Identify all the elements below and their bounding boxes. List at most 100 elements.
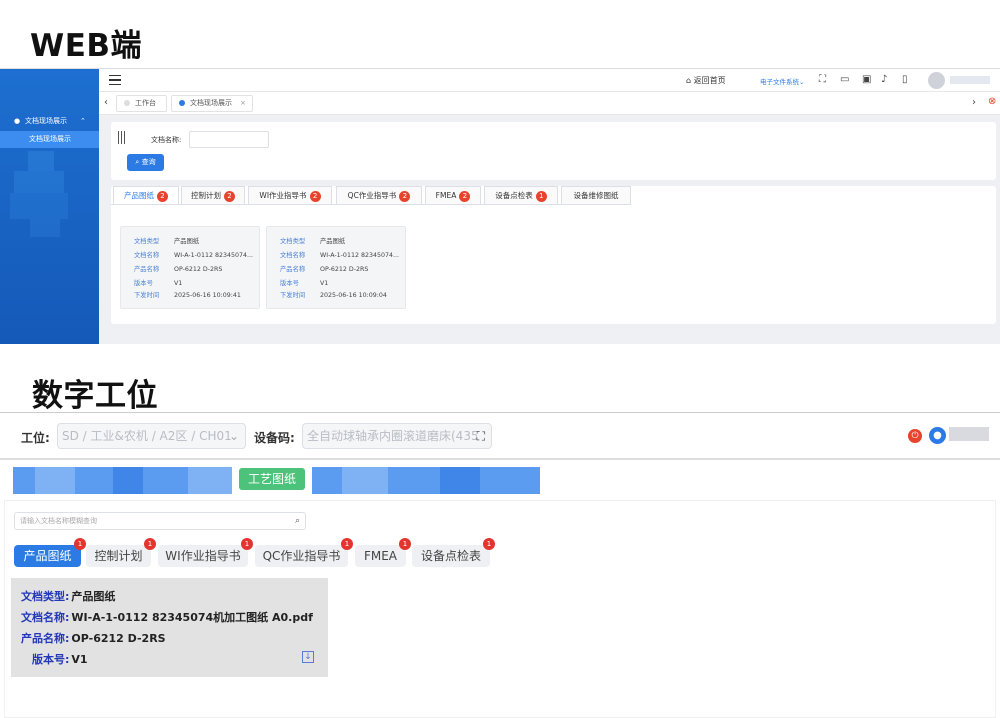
doc-version: V1 [174, 280, 183, 287]
tab-label: 文档现场展示 [190, 99, 232, 107]
tab-label: 产品图纸 [23, 549, 72, 563]
system-select[interactable]: 电子文件系统⌄ [760, 76, 804, 86]
station-document-item[interactable]: 文档类型: 产品图纸 文档名称: WI-A-1-0112 82345074机加工图纸… [11, 578, 328, 677]
document-name-input[interactable] [189, 131, 269, 148]
blurred-area [188, 467, 232, 494]
equipment-value: 全自动球轴承内圈滚道磨床(435 [307, 429, 479, 443]
doc-product: OP-6212 D-2RS [174, 266, 223, 273]
count-badge: 2 [459, 190, 471, 202]
user-icon[interactable]: ● [929, 427, 946, 444]
workstation-select[interactable]: SD / 工业&农机 / A2区 / CH01 ⌄ [57, 423, 246, 449]
screen-icon[interactable]: ▣ [862, 75, 871, 85]
tab-workbench[interactable]: 工作台 [116, 95, 167, 112]
sidebar: ● 文档现场展示 ⌃ 文档现场展示 [0, 69, 99, 344]
doc-name: WI-A-1-0112 82345074机加工图纸 A0.pdf [71, 611, 313, 624]
fullscreen-icon[interactable]: ⛶ [819, 75, 826, 85]
download-icon[interactable]: ↓ [302, 651, 314, 663]
document-search-input[interactable]: 请输入文档名称模糊查询 ⌕ [14, 512, 306, 530]
tab-document-display[interactable]: 文档现场展示 × [171, 95, 253, 112]
sidebar-item-label: 文档现场展示 [29, 135, 71, 143]
tab-label: 控制计划 [94, 549, 143, 563]
station-screenshot: 工位: SD / 工业&农机 / A2区 / CH01 ⌄ 设备码: 全自动球轴… [0, 412, 1000, 718]
home-icon: ⌂ [686, 76, 692, 85]
station-tab-equipment-checklist[interactable]: 设备点检表 1 [412, 538, 495, 567]
doc-tab-qc-guide[interactable]: QC作业指导书 2 [336, 186, 422, 204]
doc-type: 产品图纸 [174, 238, 200, 245]
search-card: 文档名称: ⌕ 查询 [111, 122, 996, 180]
search-button-label: 查询 [141, 158, 156, 166]
blurred-buttons [13, 467, 232, 494]
doc-tab-wi-guide[interactable]: WI作业指导书 2 [248, 186, 332, 204]
chevron-down-icon: ⌄ [228, 429, 239, 443]
doc-time: 2025-06-16 10:09:04 [320, 292, 387, 299]
station-tab-wi-guide[interactable]: WI作业指导书 1 [158, 538, 253, 567]
count-badge: 2 [309, 190, 321, 202]
doc-product: OP-6212 D-2RS [71, 632, 166, 645]
count-badge: 1 [535, 190, 547, 202]
count-badge: 2 [224, 190, 235, 202]
search-button[interactable]: ⌕ 查询 [127, 154, 164, 171]
doc-tab-maintenance-drawing[interactable]: 设备维修图纸 [561, 186, 631, 204]
doc-name: WI-A-1-0112 82345074... [320, 252, 400, 259]
search-icon: ⌕ [135, 158, 140, 166]
count-badge: 1 [144, 538, 156, 550]
tab-label: FMEA [363, 549, 398, 563]
doc-tab-label: QC作业指导书 [347, 191, 397, 200]
logout-icon[interactable]: ⏻ [908, 429, 922, 443]
chevron-up-icon: ⌃ [80, 117, 86, 125]
equipment-label: 设备码: [254, 431, 295, 445]
doc-product: OP-6212 D-2RS [320, 266, 369, 273]
field-label: 下发时间 [134, 292, 160, 299]
field-label: 文档名称: [21, 611, 70, 624]
count-badge: 1 [241, 538, 253, 550]
blurred-area [342, 467, 388, 494]
doc-tab-product-drawing[interactable]: 产品图纸 2 [113, 186, 179, 204]
close-icon[interactable]: × [240, 96, 246, 111]
divider [0, 458, 1000, 460]
tab-dot [124, 100, 130, 106]
mobile-icon[interactable]: ▯ [902, 75, 908, 85]
count-badge: 1 [341, 538, 353, 550]
field-label: 下发时间 [280, 292, 306, 299]
equipment-input[interactable]: 全自动球轴承内圈滚道磨床(435 ⛶ [302, 423, 492, 449]
station-tab-product-drawing[interactable]: 产品图纸 1 [14, 538, 86, 567]
divider [0, 412, 1000, 413]
workstation-value: SD / 工业&农机 / A2区 / CH01 [62, 429, 232, 443]
craft-drawing-button[interactable]: 工艺图纸 [239, 468, 305, 490]
station-tab-qc-guide[interactable]: QC作业指导书 1 [255, 538, 353, 567]
doc-tab-equipment-checklist[interactable]: 设备点检表 1 [484, 186, 558, 204]
doc-tab-label: 产品图纸 [124, 191, 154, 200]
search-icon[interactable]: ⌕ [295, 513, 300, 529]
sidebar-item-document-display[interactable]: 文档现场展示 [0, 131, 99, 148]
close-circle-icon[interactable]: ⊗ [988, 97, 996, 107]
doc-tab-fmea[interactable]: FMEA 2 [425, 186, 481, 204]
station-tab-fmea[interactable]: FMEA 1 [355, 538, 411, 567]
field-label: 产品名称: [21, 632, 70, 645]
document-item[interactable]: 文档类型 产品图纸 文档名称 WI-A-1-0112 82345074... 产品名… [120, 226, 260, 309]
doc-name: WI-A-1-0112 82345074... [174, 252, 254, 259]
menu-icon[interactable] [109, 75, 121, 85]
doc-tab-label: 设备维修图纸 [573, 191, 619, 200]
avatar[interactable] [928, 72, 945, 89]
column-icon[interactable] [118, 131, 125, 144]
monitor-icon[interactable]: ▭ [840, 75, 849, 85]
chevron-left-icon[interactable]: ‹ [104, 98, 108, 108]
doc-tab-control-plan[interactable]: 控制计划 2 [181, 186, 245, 204]
web-heading: WEB端 [30, 28, 142, 64]
sidebar-group-documents[interactable]: ● 文档现场展示 ⌃ [0, 114, 99, 128]
blurred-area [113, 467, 143, 494]
home-link[interactable]: ⌂ 返回首页 [686, 75, 726, 86]
search-label: 文档名称: [151, 136, 182, 144]
doc-version: V1 [71, 653, 88, 666]
doc-time: 2025-06-16 10:09:41 [174, 292, 241, 299]
doc-type: 产品图纸 [71, 590, 116, 603]
station-tab-control-plan[interactable]: 控制计划 1 [86, 538, 156, 567]
document-item[interactable]: 文档类型 产品图纸 文档名称 WI-A-1-0112 82345074... 产品名… [266, 226, 406, 309]
chevron-right-icon[interactable]: › [972, 98, 976, 108]
blurred-area [440, 467, 480, 494]
count-badge: 1 [399, 538, 411, 550]
count-badge: 2 [399, 190, 411, 202]
count-badge: 1 [483, 538, 495, 550]
scan-icon[interactable]: ⛶ [476, 424, 485, 448]
bell-icon[interactable]: ♪ [881, 75, 887, 85]
